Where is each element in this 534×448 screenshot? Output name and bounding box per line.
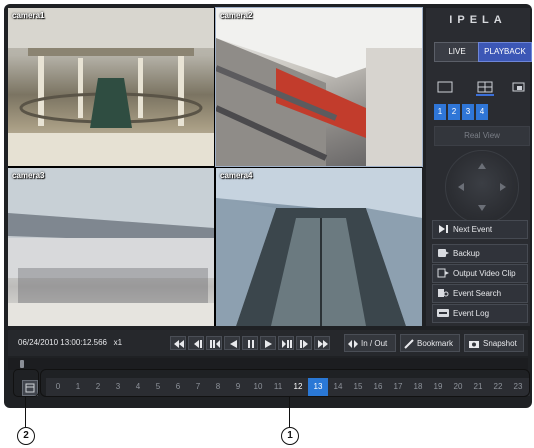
- ptz-arrows-icon: [458, 163, 506, 211]
- event-search-icon: [438, 289, 449, 297]
- playback-datetime: 06/24/2010 13:00:12.566 x1: [18, 338, 122, 347]
- event-search-button[interactable]: Event Search: [432, 284, 528, 303]
- camera3-scene: [8, 168, 214, 326]
- in-out-label: In / Out: [361, 339, 388, 348]
- camera-icon: [469, 341, 479, 348]
- slow-reverse-button[interactable]: [206, 336, 222, 350]
- callout-marker-1: 1: [281, 427, 299, 445]
- event-log-button[interactable]: Event Log: [432, 304, 528, 323]
- control-panel: IPELA LIVE PLAYBACK 1 2 3 4 Real View Ne…: [426, 8, 532, 326]
- video-clip-icon: [437, 268, 449, 278]
- camera-label: camera2: [220, 11, 253, 20]
- output-video-clip-label: Output Video Clip: [453, 269, 516, 278]
- callout-frame-hour-bar: [40, 369, 530, 397]
- next-event-button[interactable]: Next Event: [432, 220, 528, 239]
- ptz-joystick[interactable]: [445, 150, 519, 224]
- reverse-play-button[interactable]: [224, 336, 240, 350]
- camera-view-3[interactable]: camera3: [8, 168, 214, 326]
- camera-label: camera1: [12, 11, 45, 20]
- slow-forward-icon: [282, 340, 292, 348]
- camera-label: camera4: [220, 171, 253, 180]
- step-back-icon: [194, 340, 202, 348]
- bookmark-button[interactable]: Bookmark: [400, 334, 460, 352]
- next-event-icon: [439, 225, 448, 233]
- in-out-icon: [348, 340, 358, 348]
- event-log-icon: [437, 309, 449, 317]
- backup-label: Backup: [453, 249, 480, 258]
- single-view-icon: [437, 81, 453, 93]
- channel-tab-2[interactable]: 2: [448, 104, 460, 120]
- pause-button[interactable]: [242, 336, 258, 350]
- snapshot-button[interactable]: Snapshot: [464, 334, 524, 352]
- channel-tab-3[interactable]: 3: [462, 104, 474, 120]
- step-forward-icon: [300, 340, 308, 348]
- output-video-clip-button[interactable]: Output Video Clip: [432, 264, 528, 283]
- camera1-scene: [8, 8, 214, 166]
- step-back-button[interactable]: [188, 336, 204, 350]
- backup-button[interactable]: Backup: [432, 244, 528, 263]
- brand-logo: IPELA: [449, 14, 507, 26]
- channel-tab-4[interactable]: 4: [476, 104, 488, 120]
- callout-frame-day-selector: [13, 369, 39, 397]
- fast-rewind-icon: [174, 340, 184, 348]
- real-view-button[interactable]: Real View: [434, 126, 530, 146]
- callout-leader-1: [289, 397, 290, 427]
- camera-view-2[interactable]: camera2: [215, 7, 423, 167]
- snapshot-label: Snapshot: [483, 339, 517, 348]
- camera-label: camera3: [12, 171, 45, 180]
- transport-bar: 06/24/2010 13:00:12.566 x1 In / Out Book…: [8, 330, 528, 356]
- reverse-play-icon: [230, 340, 237, 348]
- event-search-label: Event Search: [453, 289, 502, 298]
- datetime-value: 06/24/2010 13:00:12.566: [18, 338, 107, 347]
- fast-rewind-button[interactable]: [170, 336, 186, 350]
- video-grid: camera1 camera2 camera3 camera4: [8, 7, 423, 326]
- fast-forward-icon: [318, 340, 328, 348]
- step-forward-button[interactable]: [296, 336, 312, 350]
- camera-view-1[interactable]: camera1: [8, 8, 214, 166]
- live-mode-button[interactable]: LIVE: [434, 42, 480, 62]
- camera2-scene: [216, 8, 422, 166]
- playback-mode-button[interactable]: PLAYBACK: [478, 42, 532, 62]
- pause-icon: [248, 340, 254, 348]
- next-event-label: Next Event: [453, 225, 493, 234]
- fullscreen-button[interactable]: [510, 80, 528, 94]
- fast-forward-button[interactable]: [314, 336, 330, 350]
- event-log-label: Event Log: [453, 309, 490, 318]
- play-icon: [265, 340, 272, 348]
- bookmark-label: Bookmark: [417, 339, 454, 348]
- callout-leader-2: [25, 397, 26, 427]
- camera4-scene: [216, 168, 422, 326]
- quad-view-icon: [477, 81, 493, 93]
- playback-window: camera1 camera2 camera3 camera4 IPELA LI…: [4, 4, 532, 408]
- play-button[interactable]: [260, 336, 276, 350]
- slow-reverse-icon: [210, 340, 220, 348]
- in-out-button[interactable]: In / Out: [344, 334, 396, 352]
- backup-icon: [438, 249, 449, 257]
- single-view-layout-button[interactable]: [436, 80, 454, 94]
- channel-tab-1[interactable]: 1: [434, 104, 446, 120]
- slow-forward-button[interactable]: [278, 336, 294, 350]
- bookmark-icon: [404, 339, 414, 349]
- fullscreen-icon: [512, 82, 525, 92]
- camera-view-4[interactable]: camera4: [216, 168, 422, 326]
- seek-handle[interactable]: [20, 360, 24, 368]
- speed-value: x1: [113, 338, 123, 347]
- callout-marker-2: 2: [17, 427, 35, 445]
- quad-view-layout-button[interactable]: [476, 80, 494, 96]
